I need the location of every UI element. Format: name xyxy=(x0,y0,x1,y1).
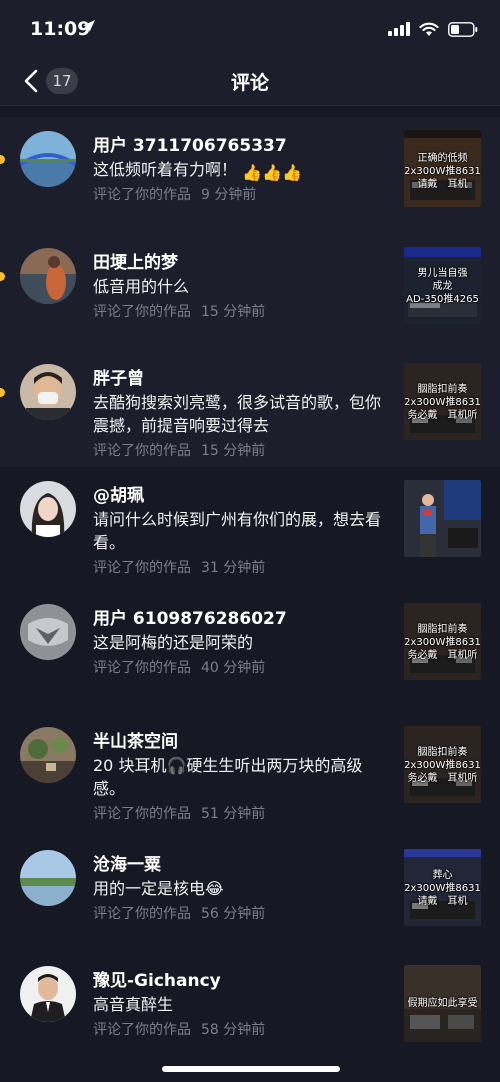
status-bar: 11:09 xyxy=(0,0,500,56)
user-name[interactable]: 豫见-Gichancy xyxy=(93,966,221,991)
comment-meta: 评论了你的作品 31 分钟前 xyxy=(93,560,266,576)
thumbs-up-emoji: 👍 xyxy=(242,163,263,182)
comment-meta: 评论了你的作品 15 分钟前 xyxy=(93,304,266,320)
avatar[interactable] xyxy=(20,850,76,906)
thumbs-up-emoji: 👍 xyxy=(281,163,302,182)
video-thumbnail[interactable]: 胭脂扣前奏 2x300W推8631 务必戴 耳机听 xyxy=(404,363,481,440)
user-name[interactable]: 田埂上的梦 xyxy=(93,248,178,273)
user-name[interactable]: 胖子曾 xyxy=(93,364,144,389)
thumbnail-caption: 假期应如此享受 xyxy=(407,998,478,1009)
wifi-icon xyxy=(419,22,439,36)
battery-icon xyxy=(448,21,478,37)
comment-text: 这低频听着有力啊！ 👍👍👍 xyxy=(93,160,302,182)
comment-text: 高音真醉生 xyxy=(93,995,174,1014)
comment-meta: 评论了你的作品 56 分钟前 xyxy=(93,906,266,922)
video-thumbnail[interactable]: 胭脂扣前奏 2x300W推8631 务必戴 耳机听 xyxy=(404,603,481,680)
status-indicators xyxy=(388,20,478,38)
comment-text: 20 块耳机🎧硬生生听出两万块的高级感。 xyxy=(93,756,363,798)
home-indicator[interactable] xyxy=(162,1066,340,1072)
comment-meta: 评论了你的作品 9 分钟前 xyxy=(93,187,257,203)
comment-text: 用的一定是核电😂 xyxy=(93,879,224,898)
comment-item[interactable]: 豫见-Gichancy 高音真醉生 评论了你的作品 58 分钟前 假期应如此享受 xyxy=(0,952,500,1062)
comment-meta: 评论了你的作品 15 分钟前 xyxy=(93,443,266,459)
avatar[interactable] xyxy=(20,131,76,187)
video-thumbnail[interactable]: 假期应如此享受 xyxy=(404,965,481,1042)
comment-meta: 评论了你的作品 58 分钟前 xyxy=(93,1022,266,1038)
chevron-left-icon xyxy=(24,69,38,93)
comment-text: 请问什么时候到广州有你们的展，想去看看。 xyxy=(93,510,382,552)
thumbnail-caption: 胭脂扣前奏 2x300W推8631 务必戴 耳机听 xyxy=(404,384,481,421)
user-name[interactable]: @胡珮 xyxy=(93,481,144,506)
comment-list: 用户 3711706765337 这低频听着有力啊！ 👍👍👍 评论了你的作品 9 … xyxy=(0,117,500,1062)
comment-item[interactable]: 用户 6109876286027 这是阿梅的还是阿荣的 评论了你的作品 40 分钟… xyxy=(0,590,500,713)
back-button[interactable] xyxy=(14,65,48,97)
avatar[interactable] xyxy=(20,727,76,783)
user-name[interactable]: 沧海一粟 xyxy=(93,850,161,875)
unread-dot xyxy=(0,155,5,164)
unread-dot xyxy=(0,272,5,281)
thumbnail-caption: 胭脂扣前奏 2x300W推8631 务必戴 耳机听 xyxy=(404,624,481,661)
avatar[interactable] xyxy=(20,604,76,660)
video-thumbnail[interactable]: 胭脂扣前奏 2x300W推8631 务必戴 耳机听 xyxy=(404,726,481,803)
thumbnail-caption: 正确的低频 2x300W推8631 请戴 耳机 xyxy=(404,153,481,190)
avatar[interactable] xyxy=(20,248,76,304)
thumbnail-caption: 葬心 2x300W推8631 请戴 耳机 xyxy=(404,870,481,907)
cellular-signal-icon xyxy=(388,22,410,36)
unread-count-badge: 17 xyxy=(46,68,78,94)
comment-item[interactable]: @胡珮 请问什么时候到广州有你们的展，想去看看。 评论了你的作品 31 分钟前 xyxy=(0,467,500,590)
video-thumbnail[interactable]: 男儿当自强 成龙 AD-350推4265 xyxy=(404,247,481,324)
comment-item[interactable]: 半山茶空间 20 块耳机🎧硬生生听出两万块的高级感。 评论了你的作品 51 分钟前… xyxy=(0,713,500,836)
comment-item[interactable]: 用户 3711706765337 这低频听着有力啊！ 👍👍👍 评论了你的作品 9 … xyxy=(0,117,500,234)
user-name[interactable]: 用户 6109876286027 xyxy=(93,604,287,629)
video-thumbnail[interactable]: 正确的低频 2x300W推8631 请戴 耳机 xyxy=(404,130,481,207)
video-thumbnail[interactable] xyxy=(404,480,481,557)
comment-item[interactable]: 胖子曾 去酷狗搜索刘亮鹭，很多试音的歌，包你震撼，前提音响要过得去 评论了你的作… xyxy=(0,350,500,467)
thumbnail-caption: 男儿当自强 成龙 AD-350推4265 xyxy=(406,268,479,305)
comment-item[interactable]: 沧海一粟 用的一定是核电😂 评论了你的作品 56 分钟前 葬心 2x300W推86… xyxy=(0,836,500,952)
nav-bar: 评论 17 xyxy=(0,56,500,106)
avatar[interactable] xyxy=(20,364,76,420)
comment-item[interactable]: 田埂上的梦 低音用的什么 评论了你的作品 15 分钟前 男儿当自强 成龙 AD-3… xyxy=(0,234,500,350)
comment-text: 这是阿梅的还是阿荣的 xyxy=(93,633,254,652)
user-name[interactable]: 半山茶空间 xyxy=(93,727,178,752)
thumbnail-caption: 胭脂扣前奏 2x300W推8631 务必戴 耳机听 xyxy=(404,747,481,784)
user-name[interactable]: 用户 3711706765337 xyxy=(93,131,287,156)
video-thumbnail[interactable]: 葬心 2x300W推8631 请戴 耳机 xyxy=(404,849,481,926)
comment-text: 去酷狗搜索刘亮鹭，很多试音的歌，包你震撼，前提音响要过得去 xyxy=(93,393,382,435)
avatar[interactable] xyxy=(20,481,76,537)
unread-dot xyxy=(0,388,5,397)
comment-meta: 评论了你的作品 40 分钟前 xyxy=(93,660,266,676)
comment-meta: 评论了你的作品 51 分钟前 xyxy=(93,806,266,822)
thumbs-up-emoji: 👍 xyxy=(262,163,282,182)
avatar[interactable] xyxy=(20,966,76,1022)
comment-text: 低音用的什么 xyxy=(93,277,190,296)
location-arrow-icon xyxy=(83,20,95,32)
